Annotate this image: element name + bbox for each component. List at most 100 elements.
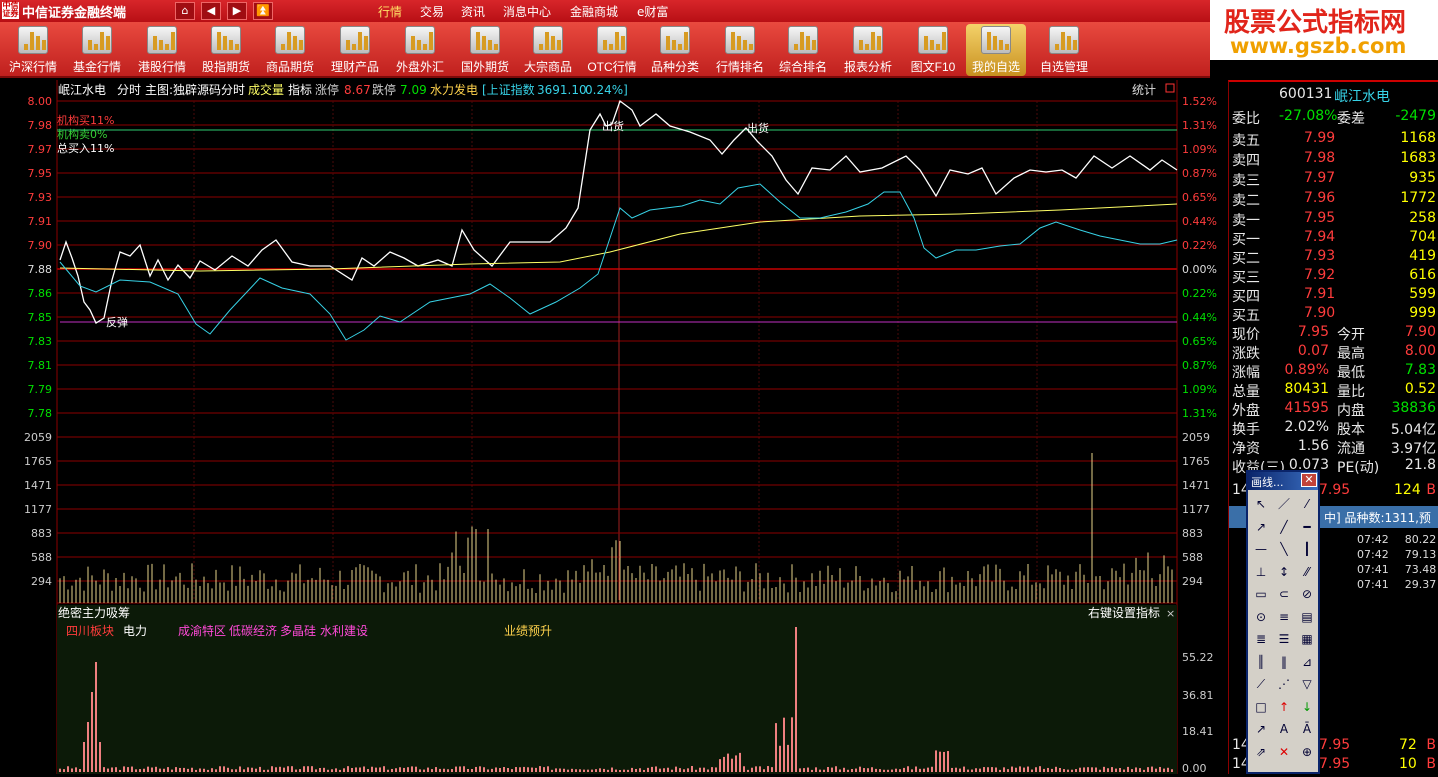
toolbar-btn-15[interactable]: 我的自选 (966, 24, 1026, 76)
draw-tool-icon[interactable]: ≣ (1252, 629, 1270, 647)
stat-label: 净资 (1232, 441, 1260, 457)
draw-tool-icon[interactable]: ↖ (1252, 494, 1270, 512)
bid-row: 买三 7.92 616 (1229, 267, 1438, 287)
toolbar-btn-16[interactable]: 自选管理 (1034, 24, 1094, 76)
bid-label: 买三 (1232, 270, 1260, 286)
draw-tool-icon[interactable]: A (1275, 719, 1293, 737)
menu-message-center[interactable]: 消息中心 (503, 3, 551, 20)
price-tick: 7.97 (28, 143, 53, 156)
list-time: 07:42 (1357, 548, 1389, 561)
drawing-panel-header: 画线... ✕ (1248, 472, 1318, 490)
draw-tool-icon[interactable]: ⊘ (1298, 584, 1316, 602)
toolbar-btn-2[interactable]: 港股行情 (132, 24, 192, 76)
stat-row: 涨幅 0.89% 最低 7.83 (1229, 362, 1438, 382)
bid-label: 买五 (1232, 308, 1260, 324)
draw-tool-icon[interactable]: ≡ (1275, 607, 1293, 625)
draw-tool-icon[interactable]: ⟋ (1252, 674, 1270, 692)
draw-tool-icon[interactable]: ▽ (1298, 674, 1316, 692)
menu-ecaifu[interactable]: e财富 (637, 3, 668, 20)
app-title: 中信证券金融终端 (22, 5, 127, 20)
draw-tool-icon[interactable]: ⁄⁄ (1298, 562, 1316, 580)
draw-tool-icon[interactable]: ▦ (1298, 629, 1316, 647)
draw-tool-icon[interactable]: ⊿ (1298, 652, 1316, 670)
toolbar-btn-1[interactable]: 基金行情 (67, 24, 127, 76)
ask-price: 7.97 (1304, 170, 1336, 186)
draw-tool-icon[interactable]: — (1252, 539, 1270, 557)
pct-tick: 1.31% (1182, 119, 1217, 132)
draw-tool-icon[interactable]: ⊙ (1252, 607, 1270, 625)
vol-tick: 883 (31, 527, 52, 540)
stat-row: 外盘 41595 内盘 38836 (1229, 400, 1438, 420)
draw-tool-icon[interactable]: ⊥ (1252, 562, 1270, 580)
toolbar-btn-9[interactable]: OTC行情 (582, 24, 642, 76)
up-button[interactable]: ⏫ (253, 2, 273, 20)
draw-tool-icon[interactable]: ↗ (1252, 517, 1270, 535)
draw-tool-icon[interactable]: ⋰ (1275, 674, 1293, 692)
draw-tool-icon[interactable]: ⇗ (1252, 742, 1270, 760)
list-item[interactable]: 07:41 29.37 (1357, 578, 1436, 591)
bid-label: 买二 (1232, 251, 1260, 267)
vol-tick: 2059 (24, 431, 52, 444)
draw-tool-icon[interactable]: Ā (1298, 719, 1316, 737)
home-button[interactable]: ⌂ (175, 2, 195, 20)
close-icon[interactable]: ✕ (1301, 473, 1317, 487)
draw-tool-icon[interactable]: ⊕ (1298, 742, 1316, 760)
toolbar-btn-5[interactable]: 理财产品 (325, 24, 385, 76)
toolbar-btn-11[interactable]: 行情排名 (710, 24, 770, 76)
toolbar-btn-4[interactable]: 商品期货 (260, 24, 320, 76)
list-item[interactable]: 07:41 73.48 (1357, 563, 1436, 576)
toolbar-btn-12[interactable]: 综合排名 (773, 24, 833, 76)
draw-tool-icon[interactable]: ／ (1275, 494, 1293, 512)
toolbar-btn-3[interactable]: 股指期货 (196, 24, 256, 76)
ask-row: 卖二 7.96 1772 (1229, 190, 1438, 210)
forward-button[interactable]: ▶ (227, 2, 247, 20)
wb-label: 委比 (1232, 111, 1260, 127)
stats-button: 统计 (1132, 83, 1156, 97)
stat-label2: PE(动) (1337, 460, 1380, 476)
toolbar-btn-8[interactable]: 大宗商品 (518, 24, 578, 76)
ask-volume: 1683 (1400, 150, 1436, 166)
draw-tool-icon[interactable]: ‖ (1275, 652, 1293, 670)
draw-tool-icon[interactable]: ⊂ (1275, 584, 1293, 602)
draw-tool-icon[interactable]: ↗ (1252, 719, 1270, 737)
draw-tool-icon[interactable]: ↓ (1298, 697, 1316, 715)
menu-hangqing[interactable]: 行情 (378, 3, 402, 20)
draw-tool-icon[interactable]: ━ (1298, 517, 1316, 535)
draw-tool-icon[interactable]: ✕ (1275, 742, 1293, 760)
toolbar-btn-7[interactable]: 国外期货 (455, 24, 515, 76)
toolbar-btn-0[interactable]: 沪深行情 (3, 24, 63, 76)
menu-finance-mall[interactable]: 金融商城 (570, 3, 618, 20)
draw-tool-icon[interactable]: ▭ (1252, 584, 1270, 602)
draw-tool-icon[interactable]: ↕ (1275, 562, 1293, 580)
list-item[interactable]: 07:42 79.13 (1357, 548, 1436, 561)
toolbar-btn-6[interactable]: 外盘外汇 (390, 24, 450, 76)
draw-tool-icon[interactable]: ☰ (1275, 629, 1293, 647)
ask-label: 卖一 (1232, 213, 1260, 229)
draw-tool-icon[interactable]: ║ (1252, 652, 1270, 670)
toolbar-btn-14[interactable]: 图文F10 (903, 24, 963, 76)
stat-label: 总量 (1232, 384, 1260, 400)
draw-tool-icon[interactable]: ╲ (1275, 539, 1293, 557)
stat-label: 涨幅 (1232, 365, 1260, 381)
intraday-chart[interactable]: 岷江水电 分时 主图:独辟源码分时 成交量 指标 涨停 8.67 跌停 7.09 水力发电 [上证指… (0, 80, 1228, 775)
draw-tool-icon[interactable]: ╱ (1275, 517, 1293, 535)
draw-tool-icon[interactable]: □ (1252, 697, 1270, 715)
wc-value: -2479 (1395, 108, 1436, 124)
tick-side: B (1426, 482, 1436, 498)
toolbar-icon (918, 26, 948, 54)
stat-value: 2.02% (1284, 419, 1329, 435)
drawing-tools-panel[interactable]: 画线... ✕ ↖ ／ ⁄ ↗ ╱ ━ — ╲ ┃ ⊥ ↕ ⁄⁄ ▭ ⊂ ⊘ ⊙ ≡ ▤ ≣ ☰ ▦ ║ ‖ ⊿ ⟋ ⋰ ▽ □ ↑ ↓ ↗… (1246, 470, 1320, 774)
menu-zixun[interactable]: 资讯 (461, 3, 485, 20)
list-item[interactable]: 07:42 80.22 (1357, 533, 1436, 546)
toolbar-btn-10[interactable]: 品种分类 (645, 24, 705, 76)
toolbar-btn-13[interactable]: 报表分析 (838, 24, 898, 76)
draw-tool-icon[interactable]: ⁄ (1298, 494, 1316, 512)
pct-tick: 0.87% (1182, 359, 1217, 372)
back-button[interactable]: ◀ (201, 2, 221, 20)
menu-jiaoyi[interactable]: 交易 (420, 3, 444, 20)
ask-price: 7.96 (1304, 190, 1336, 206)
bid-label: 买一 (1232, 232, 1260, 248)
draw-tool-icon[interactable]: ┃ (1298, 539, 1316, 557)
draw-tool-icon[interactable]: ▤ (1298, 607, 1316, 625)
draw-tool-icon[interactable]: ↑ (1275, 697, 1293, 715)
